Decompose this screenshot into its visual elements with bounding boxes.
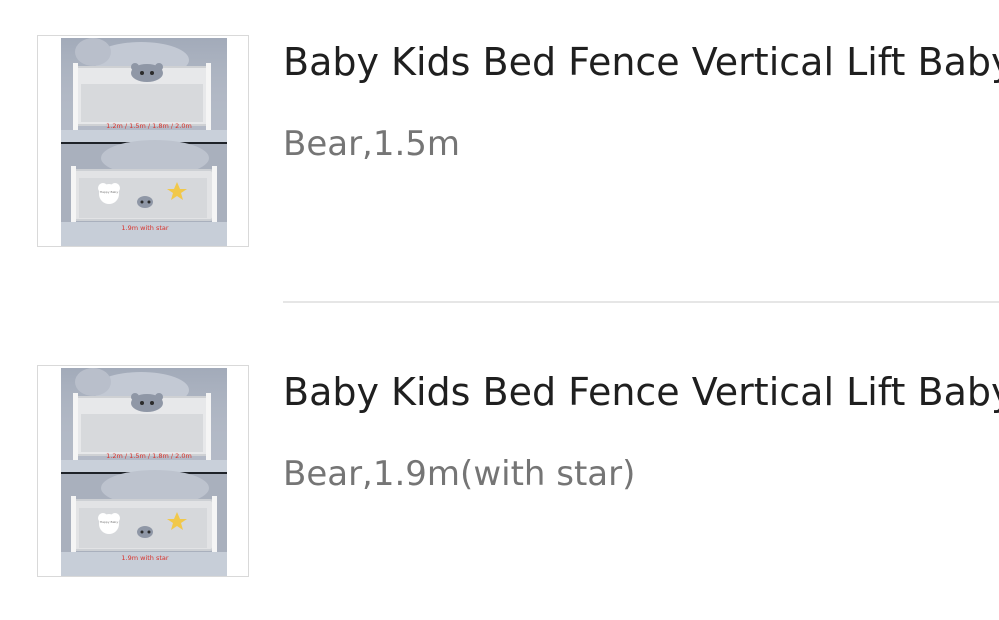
image-badge-text: Happy Baby	[100, 190, 118, 194]
product-variant: Bear,1.9m(with star)	[283, 454, 636, 494]
image-top-caption: 1.2m / 1.5m / 1.8m / 2.0m	[106, 452, 192, 460]
product-variant: Bear,1.5m	[283, 124, 461, 164]
product-title[interactable]: Baby Kids Bed Fence Vertical Lift Baby B…	[283, 38, 999, 86]
list-divider	[283, 301, 999, 303]
bed-fence-photo-icon: 1.2m / 1.5m / 1.8m / 2.0m Happy Baby 1.9…	[61, 38, 227, 246]
image-bottom-caption: 1.9m with star	[121, 554, 169, 562]
image-top-caption: 1.2m / 1.5m / 1.8m / 2.0m	[106, 122, 192, 130]
product-list-item[interactable]: 1.2m / 1.5m / 1.8m / 2.0m Happy Baby 1.9…	[0, 365, 999, 580]
product-title[interactable]: Baby Kids Bed Fence Vertical Lift Baby B…	[283, 368, 999, 416]
image-badge-text: Happy Baby	[100, 520, 118, 524]
product-thumbnail[interactable]: 1.2m / 1.5m / 1.8m / 2.0m Happy Baby 1.9…	[37, 365, 249, 577]
image-bottom-caption: 1.9m with star	[121, 224, 169, 232]
bed-fence-photo-icon: 1.2m / 1.5m / 1.8m / 2.0m Happy Baby 1.9…	[61, 368, 227, 576]
product-list-item[interactable]: 1.2m / 1.5m / 1.8m / 2.0m Happy Baby 1.9…	[0, 35, 999, 250]
product-thumbnail[interactable]: 1.2m / 1.5m / 1.8m / 2.0m Happy Baby 1.9…	[37, 35, 249, 247]
